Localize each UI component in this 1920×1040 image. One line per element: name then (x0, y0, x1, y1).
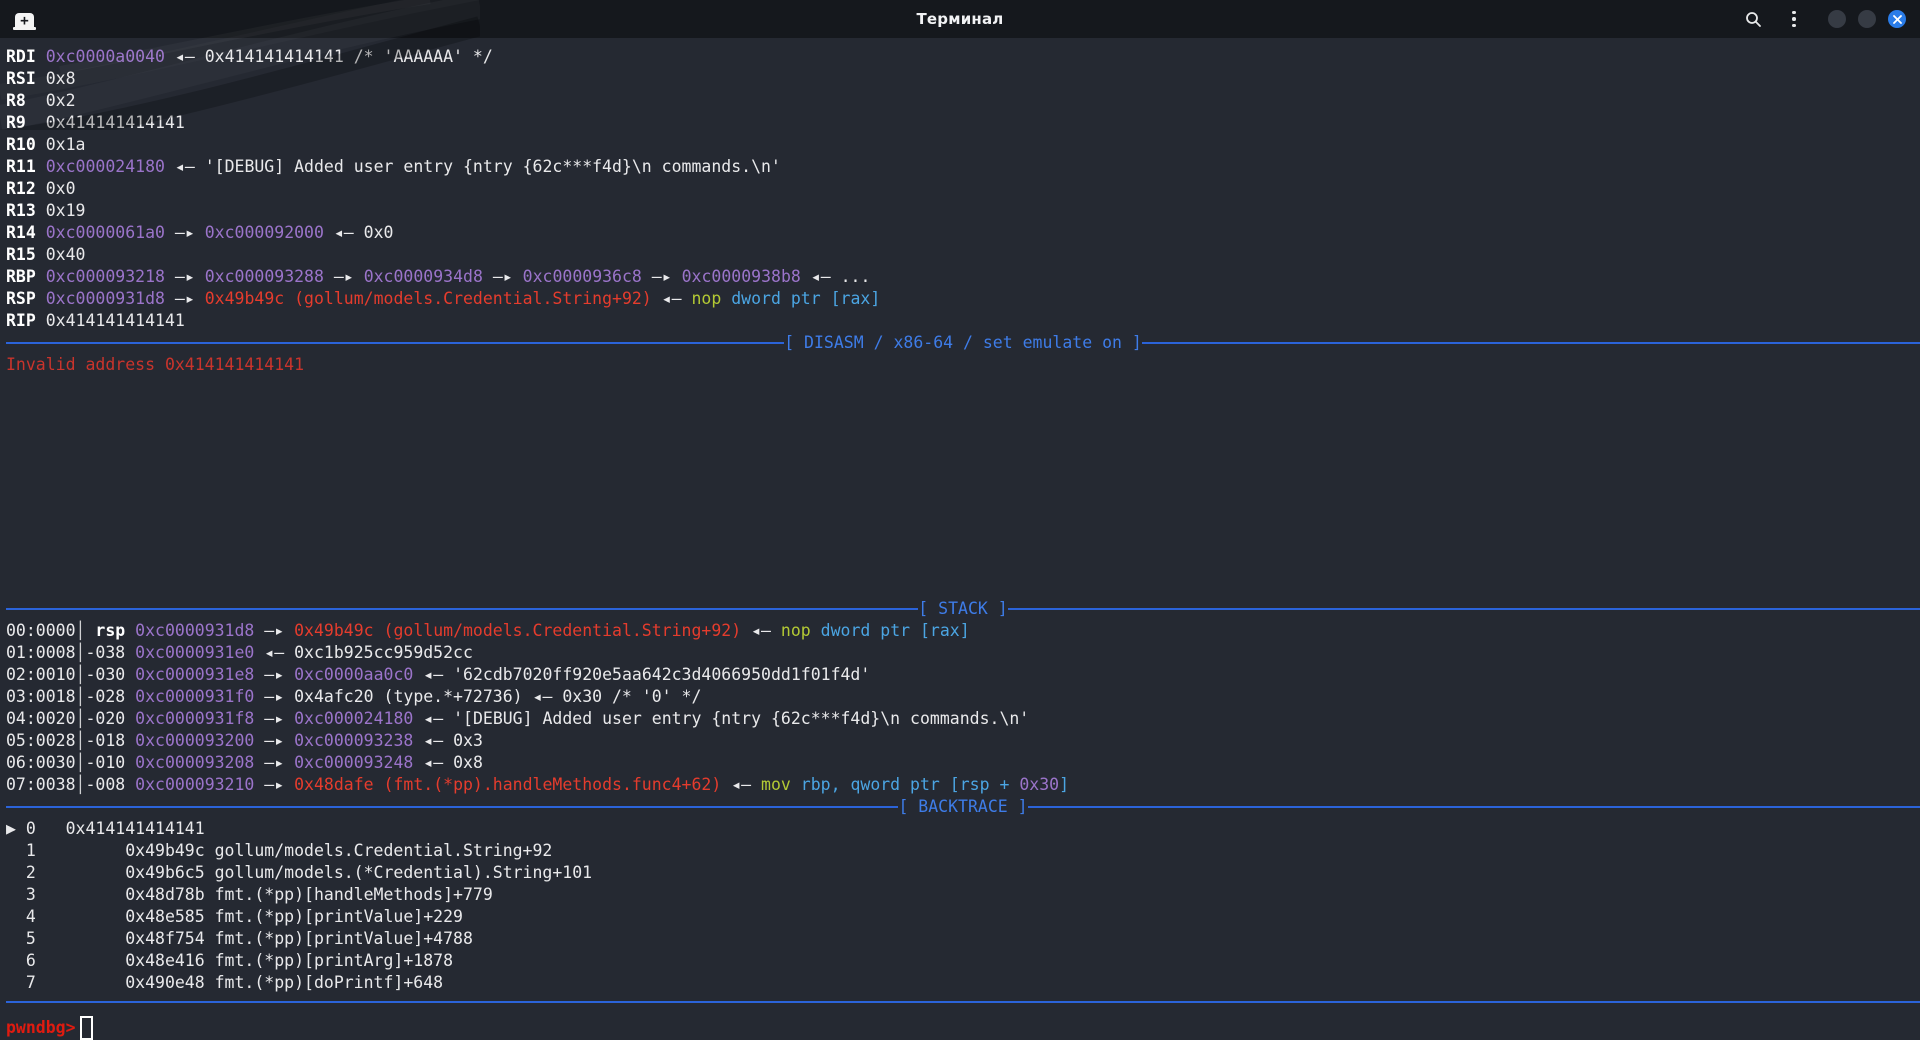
disasm-error: Invalid address 0x414141414141 (6, 354, 1920, 376)
backtrace-line: 6 0x48e416 fmt.(*pp)[printArg]+1878 (6, 950, 1920, 972)
backtrace-line: 2 0x49b6c5 gollum/models.(*Credential).S… (6, 862, 1920, 884)
new-tab-icon: + (20, 14, 28, 28)
stack-separator: [ STACK ] (6, 598, 1920, 620)
backtrace-line: 1 0x49b49c gollum/models.Credential.Stri… (6, 840, 1920, 862)
register-line: R12 0x0 (6, 178, 1920, 200)
maximize-button[interactable] (1858, 10, 1876, 28)
search-button[interactable] (1738, 4, 1768, 34)
menu-button[interactable] (1782, 4, 1806, 34)
bottom-separator (6, 1001, 1920, 1003)
register-line: R15 0x40 (6, 244, 1920, 266)
backtrace-line: 7 0x490e48 fmt.(*pp)[doPrintf]+648 (6, 972, 1920, 994)
titlebar: + Терминал (0, 0, 1920, 38)
backtrace-line: 5 0x48f754 fmt.(*pp)[printValue]+4788 (6, 928, 1920, 950)
backtrace-line: 3 0x48d78b fmt.(*pp)[handleMethods]+779 (6, 884, 1920, 906)
register-line: RSP 0xc0000931d8 —▸ 0x49b49c (gollum/mod… (6, 288, 1920, 310)
prompt-label: pwndbg> (6, 1017, 76, 1039)
stack-line: 04:0020│-020 0xc0000931f8 —▸ 0xc00002418… (6, 708, 1920, 730)
close-icon (1893, 15, 1902, 24)
stack-section: 00:0000│ rsp 0xc0000931d8 —▸ 0x49b49c (g… (6, 620, 1920, 796)
register-line: R9 0x414141414141 (6, 112, 1920, 134)
stack-label: [ STACK ] (918, 598, 1007, 620)
stack-line: 05:0028│-018 0xc000093200 —▸ 0xc00009323… (6, 730, 1920, 752)
minimize-button[interactable] (1828, 10, 1846, 28)
window-title: Терминал (917, 10, 1004, 28)
stack-line: 03:0018│-028 0xc0000931f0 —▸ 0x4afc20 (t… (6, 686, 1920, 708)
disasm-empty-area (6, 376, 1920, 598)
new-tab-button[interactable]: + (15, 13, 34, 29)
register-line: RDI 0xc0000a0040 ◂— 0x414141414141 /* 'A… (6, 46, 1920, 68)
register-line: R10 0x1a (6, 134, 1920, 156)
register-line: RBP 0xc000093218 —▸ 0xc000093288 —▸ 0xc0… (6, 266, 1920, 288)
stack-line: 07:0038│-008 0xc000093210 —▸ 0x48dafe (f… (6, 774, 1920, 796)
register-line: RIP 0x414141414141 (6, 310, 1920, 332)
titlebar-controls (1738, 0, 1920, 38)
backtrace-separator: [ BACKTRACE ] (6, 796, 1920, 818)
terminal-body[interactable]: RDI 0xc0000a0040 ◂— 0x414141414141 /* 'A… (0, 38, 1920, 1040)
backtrace-label: [ BACKTRACE ] (898, 796, 1027, 818)
search-icon (1745, 11, 1762, 28)
kebab-menu-icon (1792, 11, 1796, 28)
register-line: R14 0xc0000061a0 —▸ 0xc000092000 ◂— 0x0 (6, 222, 1920, 244)
register-line: R8 0x2 (6, 90, 1920, 112)
terminal-cursor[interactable] (80, 1016, 93, 1040)
stack-line: 02:0010│-030 0xc0000931e8 —▸ 0xc0000aa0c… (6, 664, 1920, 686)
stack-line: 01:0008│-038 0xc0000931e0 ◂— 0xc1b925cc9… (6, 642, 1920, 664)
backtrace-section: ▶ 0 0x414141414141 1 0x49b49c gollum/mod… (6, 818, 1920, 994)
registers-section: RDI 0xc0000a0040 ◂— 0x414141414141 /* 'A… (6, 46, 1920, 332)
close-button[interactable] (1888, 10, 1906, 28)
backtrace-line: ▶ 0 0x414141414141 (6, 818, 1920, 840)
register-line: R11 0xc000024180 ◂— '[DEBUG] Added user … (6, 156, 1920, 178)
prompt-line[interactable]: pwndbg> (6, 1015, 1920, 1040)
register-line: RSI 0x8 (6, 68, 1920, 90)
disasm-separator: [ DISASM / x86-64 / set emulate on ] (6, 332, 1920, 354)
stack-line: 06:0030│-010 0xc000093208 —▸ 0xc00009324… (6, 752, 1920, 774)
disasm-label: [ DISASM / x86-64 / set emulate on ] (784, 332, 1142, 354)
backtrace-line: 4 0x48e585 fmt.(*pp)[printValue]+229 (6, 906, 1920, 928)
stack-line: 00:0000│ rsp 0xc0000931d8 —▸ 0x49b49c (g… (6, 620, 1920, 642)
register-line: R13 0x19 (6, 200, 1920, 222)
